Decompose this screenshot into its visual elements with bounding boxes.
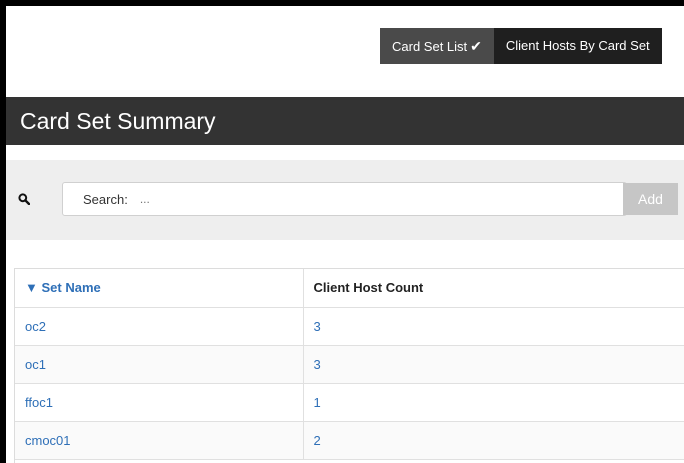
set-name-cell[interactable]: cmoc01 (15, 421, 304, 460)
column-header-label: Set Name (41, 280, 101, 296)
table-row[interactable]: ffoc1 1 (15, 383, 684, 422)
tab-label: Client Hosts By Card Set (505, 38, 650, 53)
column-header-set-name[interactable]: ▼ Set Name (15, 269, 304, 308)
column-header-label: Client Host Count (313, 280, 424, 296)
tab-label: Card Set List (392, 39, 468, 54)
set-name-cell[interactable]: ffoc1 (15, 383, 304, 422)
set-name-cell[interactable]: oc1 (15, 345, 304, 384)
search-box: Search: (62, 182, 627, 216)
search-panel: Search: Add (6, 160, 684, 240)
table-row[interactable]: oc1 3 (15, 345, 684, 384)
search-label: Search: (83, 191, 128, 207)
set-name-cell[interactable]: oc2 (15, 307, 304, 346)
search-icon (18, 192, 31, 210)
card-set-table: ▼ Set Name Client Host Count oc2 3 oc1 3… (14, 268, 684, 463)
sort-desc-icon: ▼ (25, 280, 38, 296)
table-row[interactable]: cmoc01 2 (15, 421, 684, 460)
checkmark-icon: ✔ (470, 38, 482, 54)
table-header-row: ▼ Set Name Client Host Count (15, 269, 684, 308)
client-host-count-cell[interactable]: 1 (303, 383, 684, 422)
client-host-count-cell[interactable]: 3 (303, 345, 684, 384)
page-title-bar: Card Set Summary (6, 97, 684, 145)
add-button[interactable]: Add (623, 183, 678, 215)
tab-client-hosts-by-card-set[interactable]: Client Hosts By Card Set (493, 28, 662, 64)
view-tabs: Card Set List ✔ Client Hosts By Card Set (380, 28, 662, 64)
page-title: Card Set Summary (20, 108, 216, 134)
table-row[interactable]: oc2 3 (15, 307, 684, 346)
column-header-client-host-count[interactable]: Client Host Count (303, 269, 684, 308)
search-input[interactable] (137, 191, 542, 207)
client-host-count-cell[interactable]: 3 (303, 307, 684, 346)
client-host-count-cell[interactable]: 2 (303, 421, 684, 460)
tab-card-set-list[interactable]: Card Set List ✔ (380, 28, 494, 64)
